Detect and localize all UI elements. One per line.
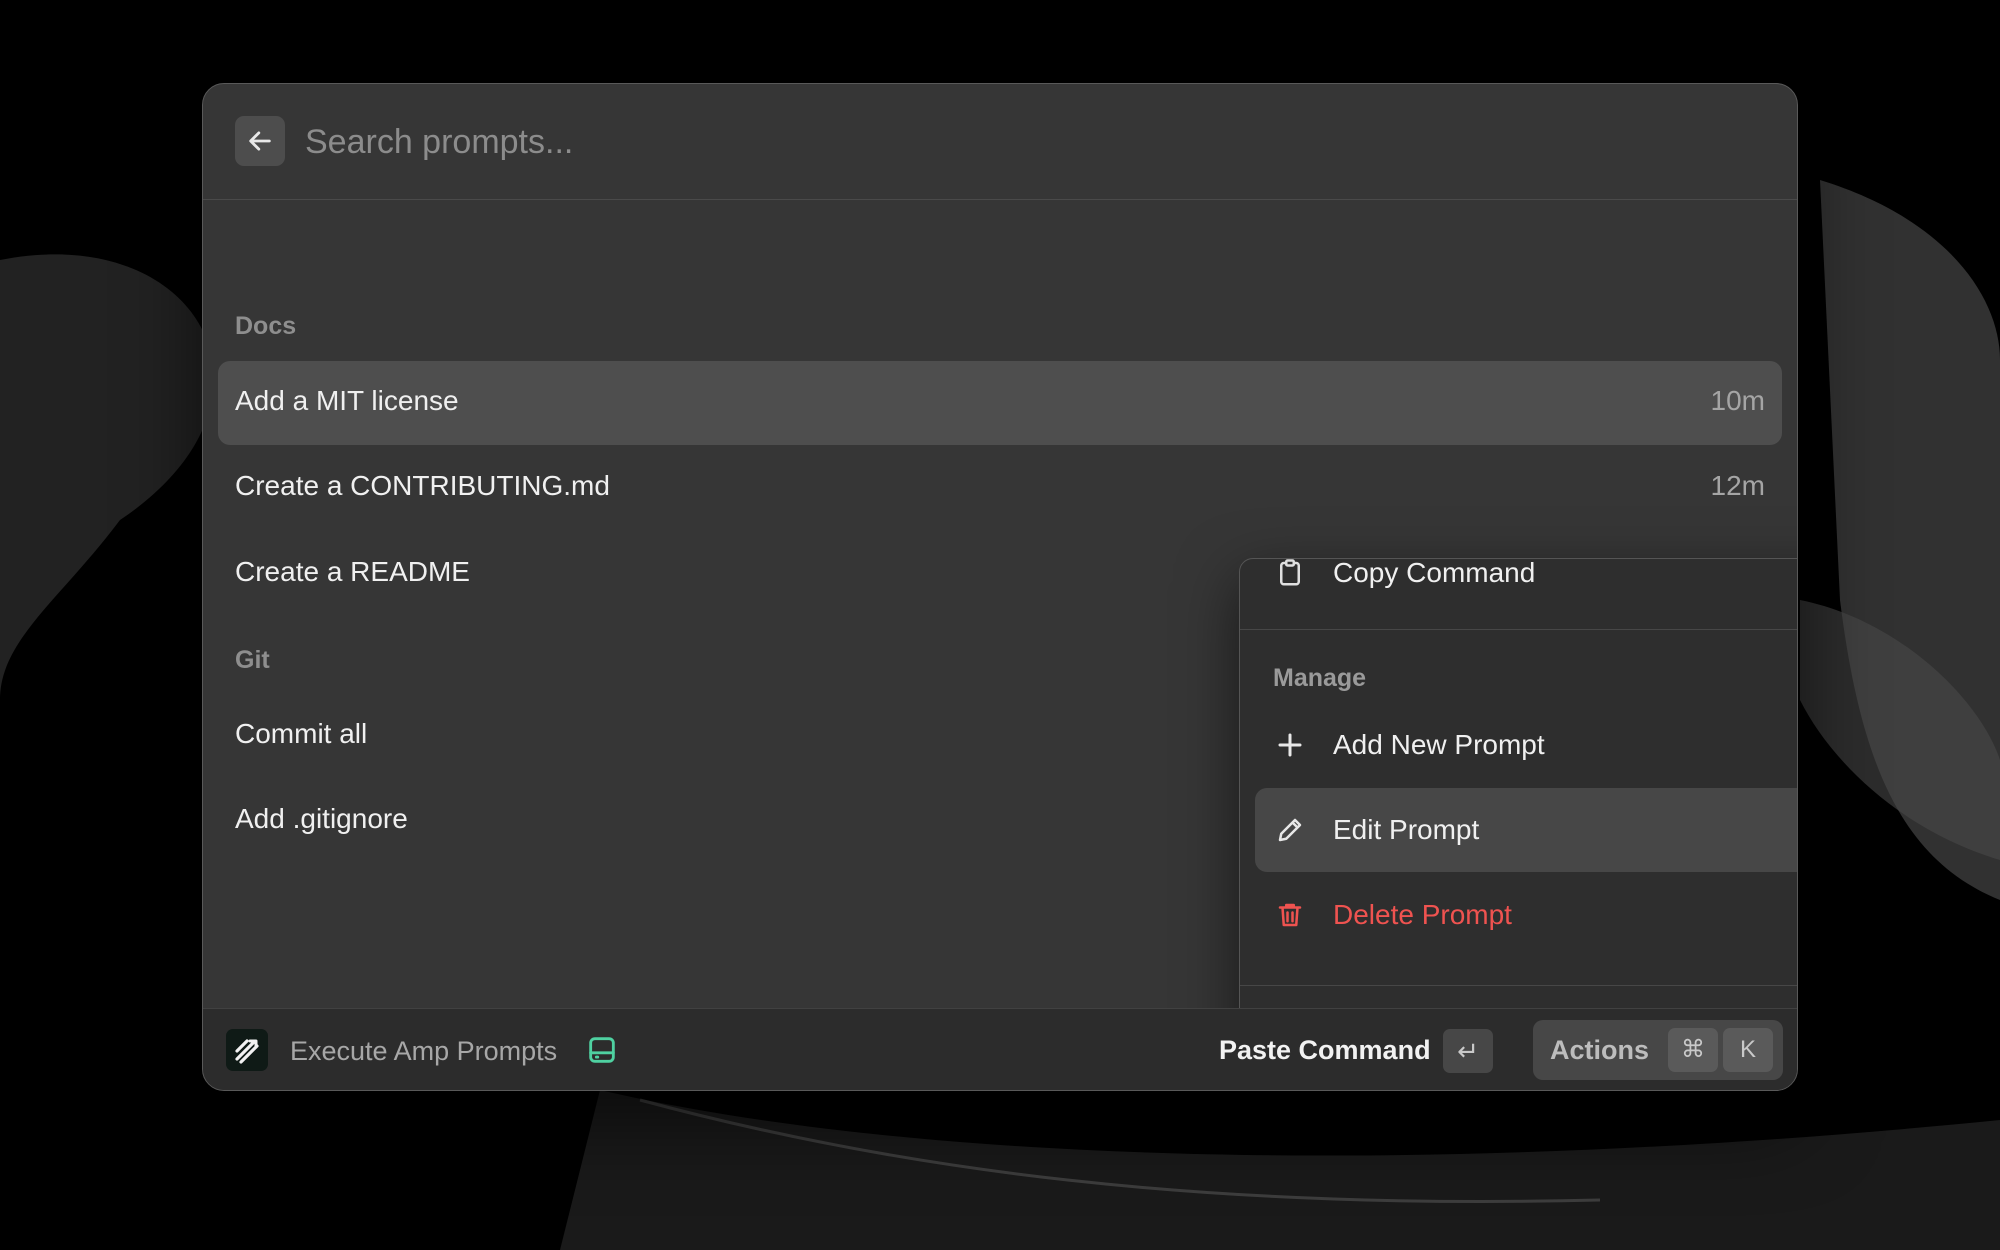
section-header-docs: Docs xyxy=(235,312,297,340)
plus-icon xyxy=(1278,733,1302,757)
command-palette-window: Docs Add a MIT license 10m Create a CONT… xyxy=(202,83,1798,1091)
list-item-title: Add .gitignore xyxy=(235,803,408,834)
action-edit-prompt[interactable]: Edit Prompt ⌘ E xyxy=(1255,788,1797,872)
actions-button-label: Actions xyxy=(1550,1035,1650,1065)
list-item-time: 10m xyxy=(1710,385,1765,416)
divider xyxy=(1240,985,1797,986)
list-item-title: Create a CONTRIBUTING.md xyxy=(235,470,610,501)
kbd-key: ⌘ xyxy=(1668,1028,1718,1072)
enter-key-badge: ↵ xyxy=(1443,1029,1493,1073)
action-copy-command[interactable]: Copy Command ⌘ ↵ xyxy=(1255,558,1797,615)
enter-icon: ↵ xyxy=(1457,1035,1479,1066)
pencil-icon xyxy=(1278,818,1302,842)
search-input[interactable] xyxy=(303,114,1307,170)
clipboard-icon xyxy=(1280,559,1300,586)
action-label: Delete Prompt xyxy=(1333,899,1512,930)
action-add-new-prompt[interactable]: Add New Prompt ⌘ N xyxy=(1255,703,1797,787)
action-label: Edit Prompt xyxy=(1333,814,1480,845)
section-header-manage: Manage xyxy=(1273,664,1367,692)
list-item[interactable]: Add a MIT license 10m xyxy=(218,361,1782,445)
actions-button[interactable]: Actions ⌘ K xyxy=(1533,1020,1783,1080)
trash-icon xyxy=(1278,903,1302,927)
action-label: Copy Command xyxy=(1333,558,1536,588)
drive-icon[interactable] xyxy=(585,1033,619,1067)
list-item-time: 12m xyxy=(1710,470,1765,501)
kbd-key: K xyxy=(1723,1028,1773,1072)
primary-action-label[interactable]: Paste Command xyxy=(1219,1035,1431,1066)
divider xyxy=(1240,629,1797,630)
amp-logo-icon xyxy=(226,1029,268,1071)
action-label: Add New Prompt xyxy=(1333,729,1545,760)
search-bar xyxy=(203,84,1797,200)
footer-bar: Execute Amp Prompts Paste Command ↵ Acti… xyxy=(203,1008,1797,1090)
back-button[interactable] xyxy=(235,116,285,166)
actions-panel: Copy Command ⌘ ↵ Manage Add New Prompt ⌘… xyxy=(1239,558,1797,1073)
list-item-title: Commit all xyxy=(235,718,368,749)
app-name: Execute Amp Prompts xyxy=(290,1036,558,1066)
action-delete-prompt[interactable]: Delete Prompt ⌘ D xyxy=(1255,873,1797,957)
list-item-title: Add a MIT license xyxy=(235,385,459,416)
list-item[interactable]: Create a CONTRIBUTING.md 12m xyxy=(218,446,1782,530)
arrow-left-icon xyxy=(249,131,271,151)
section-header-git: Git xyxy=(235,646,270,674)
list-item-title: Create a README xyxy=(235,556,470,587)
